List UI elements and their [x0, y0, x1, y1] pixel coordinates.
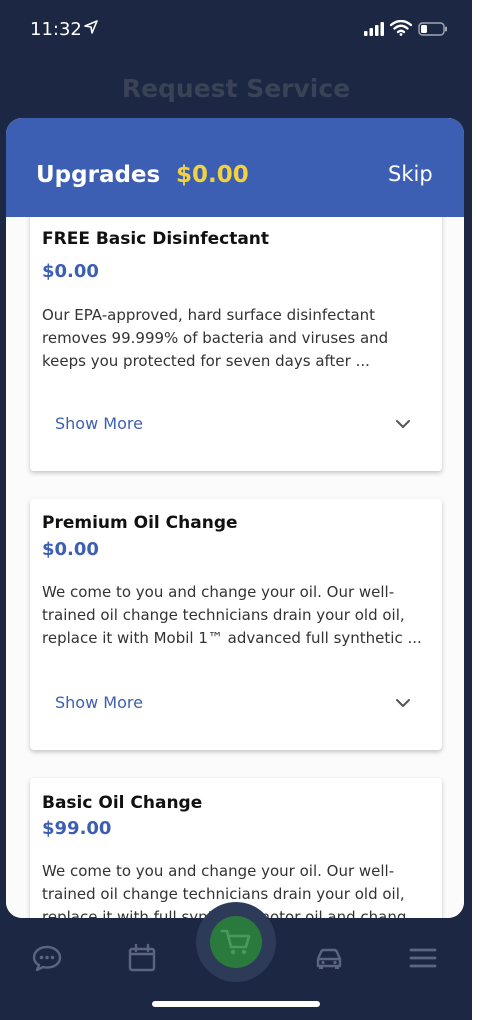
location-arrow-icon: [84, 20, 98, 34]
upgrades-sheet: Upgrades $0.00 Skip FREE Basic Disinfect…: [6, 118, 464, 918]
upgrade-price: $99.00: [42, 818, 112, 839]
status-bar: 11:32: [0, 0, 472, 60]
phone-screen: 11:32 Request Service Upgrades $0.00 Ski…: [0, 0, 472, 1020]
calendar-icon[interactable]: [126, 942, 158, 974]
upgrade-name: Premium Oil Change: [42, 513, 238, 533]
show-more-button[interactable]: Show More: [55, 414, 143, 433]
upgrade-card: FREE Basic Disinfectant $0.00 Our EPA-ap…: [30, 217, 442, 471]
screenshot-border: [472, 0, 484, 1020]
cart-button[interactable]: [210, 916, 262, 968]
home-indicator[interactable]: [152, 1001, 320, 1007]
wifi-icon: [390, 20, 412, 36]
upgrade-description: Our EPA-approved, hard surface disinfect…: [42, 306, 389, 370]
upgrade-price: $0.00: [42, 261, 99, 282]
cart-icon: [220, 929, 251, 955]
cellular-signal-icon: [364, 22, 384, 36]
page-title: Request Service: [121, 74, 351, 103]
battery-icon: [418, 22, 447, 36]
upgrade-card: Premium Oil Change $0.00 We come to you …: [30, 499, 442, 750]
upgrades-total: $0.00: [176, 162, 249, 188]
sheet-header: Upgrades $0.00 Skip: [6, 118, 464, 217]
upgrade-price: $0.00: [42, 539, 99, 560]
upgrade-name: Basic Oil Change: [42, 793, 203, 813]
status-time: 11:32: [30, 19, 82, 40]
upgrade-card: Basic Oil Change $99.00 We come to you a…: [30, 778, 442, 918]
upgrade-description: We come to you and change your oil. Our …: [42, 583, 422, 647]
chat-icon[interactable]: [31, 942, 63, 974]
menu-icon[interactable]: [407, 942, 439, 974]
chevron-down-icon[interactable]: [394, 697, 412, 709]
skip-button[interactable]: Skip: [388, 162, 433, 186]
sheet-title: Upgrades: [36, 162, 161, 188]
chevron-down-icon[interactable]: [394, 418, 412, 430]
upgrades-list[interactable]: FREE Basic Disinfectant $0.00 Our EPA-ap…: [6, 217, 464, 918]
car-icon[interactable]: [313, 942, 345, 974]
show-more-button[interactable]: Show More: [55, 693, 143, 712]
upgrade-name: FREE Basic Disinfectant: [42, 229, 270, 249]
